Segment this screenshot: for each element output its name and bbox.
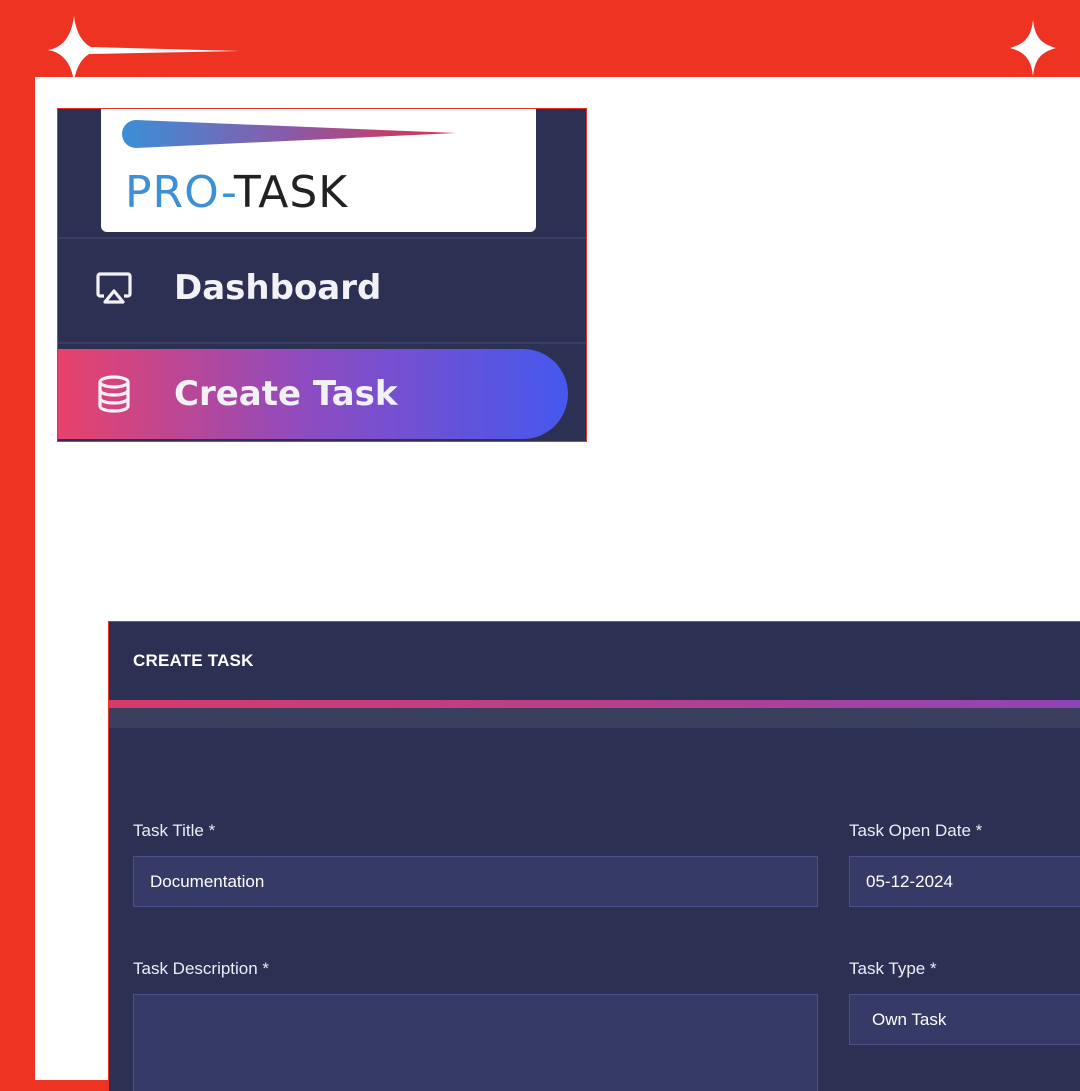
sparkle-decoration-right	[1010, 20, 1056, 76]
sidebar: PRO-TASK Dashboard Create Task	[57, 108, 587, 442]
task-open-date-input[interactable]: 05-12-2024	[849, 856, 1080, 907]
logo-text-pro: PRO-	[125, 167, 234, 218]
sidebar-item-label: Create Task	[174, 374, 398, 414]
logo-text-task: TASK	[233, 167, 349, 218]
sidebar-item-create-task[interactable]: Create Task	[58, 349, 568, 439]
header-shade	[109, 708, 1080, 728]
sparkle-decoration-left	[48, 16, 240, 82]
task-type-select[interactable]: Own Task	[849, 994, 1080, 1045]
create-task-panel: CREATE TASK Task Title * Documentation T…	[108, 621, 1080, 1091]
sidebar-divider	[58, 237, 586, 239]
task-open-date-label: Task Open Date *	[849, 821, 983, 840]
sidebar-item-label: Dashboard	[174, 268, 382, 308]
app-logo: PRO-TASK	[101, 109, 536, 232]
monitor-cast-icon	[94, 270, 138, 306]
sidebar-divider	[58, 342, 586, 344]
task-title-input[interactable]: Documentation	[133, 856, 818, 907]
sidebar-item-dashboard[interactable]: Dashboard	[58, 243, 586, 333]
task-title-label: Task Title *	[133, 821, 216, 840]
logo-wordmark: PRO-TASK	[125, 167, 348, 218]
logo-swoosh-icon	[122, 120, 456, 148]
task-description-textarea[interactable]	[133, 994, 818, 1091]
task-description-label: Task Description *	[133, 959, 270, 978]
database-icon	[94, 375, 138, 413]
task-type-label: Task Type *	[849, 959, 937, 978]
page-title: CREATE TASK	[133, 651, 254, 670]
header-accent-bar	[109, 700, 1080, 708]
